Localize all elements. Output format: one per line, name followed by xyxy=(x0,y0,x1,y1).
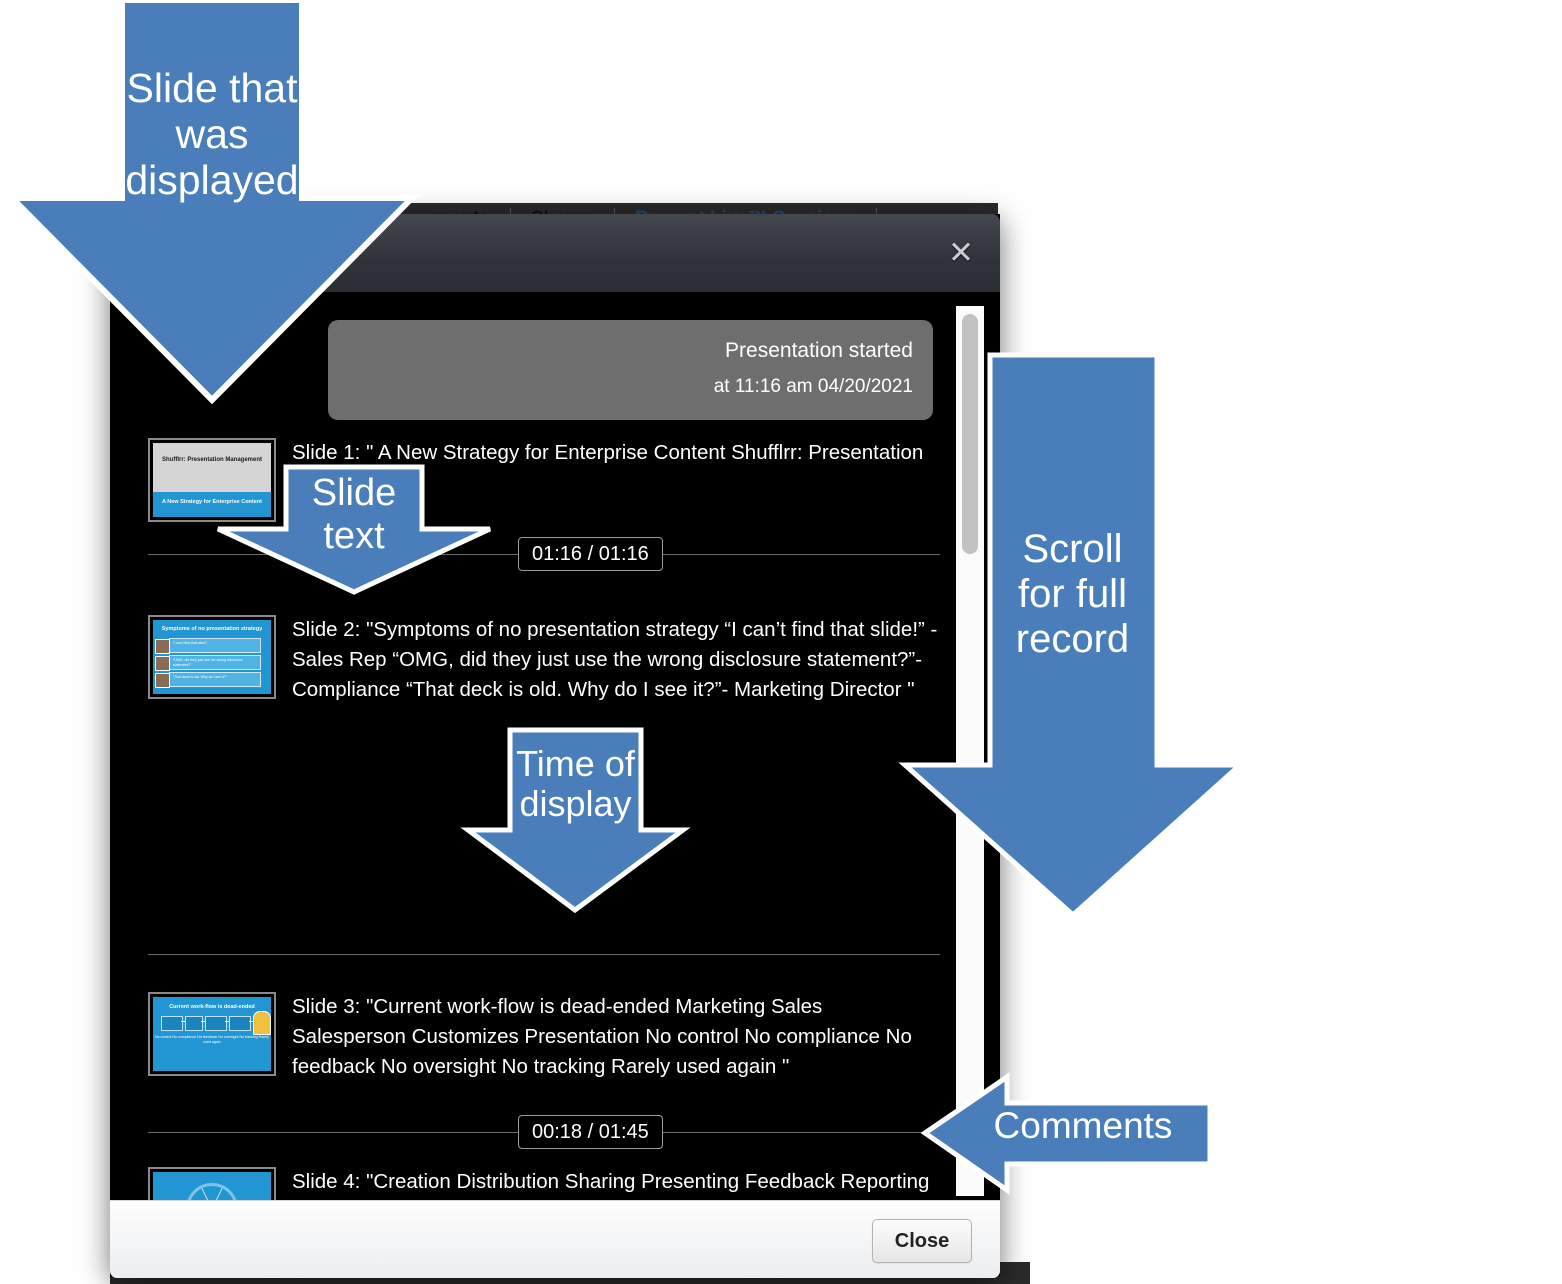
slide-2-quote-3: “That deck is old. Why do I see it?” xyxy=(173,675,227,679)
slide-3-thumbnail-title: Current work-flow is dead-ended xyxy=(169,1004,255,1010)
slide-entry-4[interactable]: Slide 4: "Creation Distribution Sharing … xyxy=(110,1167,940,1200)
slide-2-quote-2: “OMG, did they just use the wrong disclo… xyxy=(173,658,243,667)
annotation-comments: Comments xyxy=(920,1072,1213,1195)
slide-2-quote-1: “I can’t find that slide!” xyxy=(173,641,208,645)
slide-2-thumbnail-title: Symptoms of no presentation strategy xyxy=(161,626,263,632)
close-button[interactable]: Close xyxy=(872,1219,972,1263)
slide-1-text: Slide 1: " A New Strategy for Enterprise… xyxy=(292,441,924,464)
annotation-label-scroll-for-full-record: Scroll for full record xyxy=(1015,527,1130,661)
annotation-time-of-display: Time of display xyxy=(460,727,691,914)
timeline-divider-2 xyxy=(148,954,940,955)
annotation-label-slide-that-was-displayed: Slide that was displayed xyxy=(125,65,299,203)
slide-2-text: Slide 2: "Symptoms of no presentation st… xyxy=(292,618,938,701)
annotation-scroll-for-full-record: Scroll for full record xyxy=(898,352,1247,919)
time-chip-2: 00:18 / 01:45 xyxy=(518,1115,663,1149)
slide-3-negatives: No control No compliance No feedback No … xyxy=(154,1035,270,1044)
slide-2-thumbnail[interactable]: Symptoms of no presentation strategy “I … xyxy=(148,615,276,699)
annotation-slide-text: Slide text xyxy=(216,464,492,595)
time-chip-1: 01:16 / 01:16 xyxy=(518,537,663,571)
slide-entry-3[interactable]: Current work-flow is dead-ended No contr… xyxy=(110,992,940,1082)
slide-1-thumbnail-title: Shufflrr: Presentation Management xyxy=(161,457,262,463)
system-message-timestamp: at 11:16 am 04/20/2021 xyxy=(713,376,913,397)
modal-footer: Close xyxy=(110,1200,1000,1278)
slide-4-text: Slide 4: "Creation Distribution Sharing … xyxy=(292,1170,930,1193)
system-message-bubble: Presentation started at 11:16 am 04/20/2… xyxy=(328,320,933,420)
slide-3-thumbnail[interactable]: Current work-flow is dead-ended No contr… xyxy=(148,992,276,1076)
close-icon[interactable]: ✕ xyxy=(944,236,978,270)
slide-entry-2[interactable]: Symptoms of no presentation strategy “I … xyxy=(110,615,940,705)
annotation-slide-that-was-displayed: Slide that was displayed xyxy=(4,0,420,405)
annotation-label-comments: Comments xyxy=(993,1105,1173,1146)
annotation-label-slide-text: Slide text xyxy=(311,472,397,557)
slide-4-thumbnail[interactable] xyxy=(148,1167,276,1200)
annotation-label-time-of-display: Time of display xyxy=(516,743,635,825)
slide-3-text: Slide 3: "Current work-flow is dead-ende… xyxy=(292,995,912,1078)
system-message-title: Presentation started xyxy=(725,339,913,362)
